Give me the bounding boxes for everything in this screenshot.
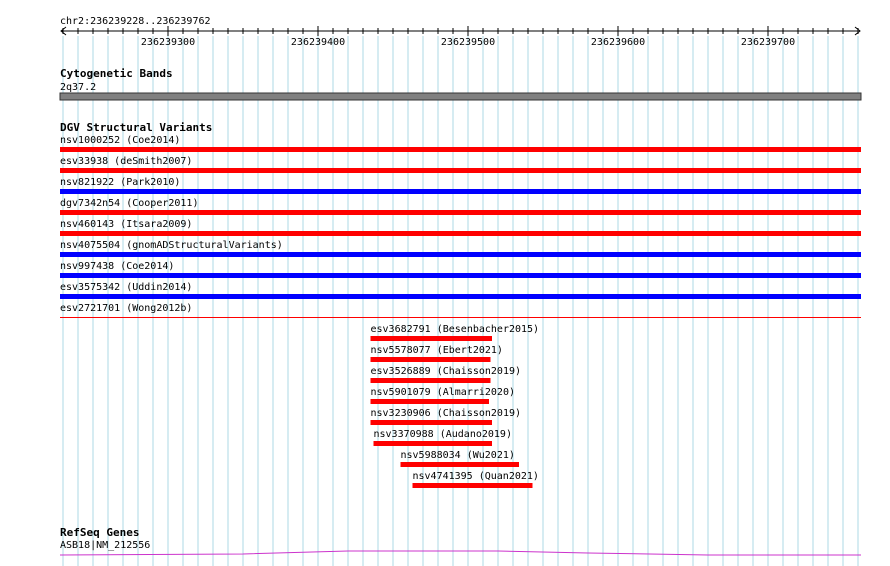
dgv-variant-label: esv2721701 (Wong2012b) (60, 303, 192, 314)
ruler-tick-label: 236239400 (291, 37, 345, 48)
track-title-dgv-structural-variants: DGV Structural Variants (60, 121, 212, 134)
ruler-tick-label: 236239500 (441, 37, 495, 48)
track-title-cytogenetic-bands: Cytogenetic Bands (60, 67, 173, 80)
dgv-variant-label: nsv997438 (Coe2014) (60, 261, 174, 272)
dgv-variant-label: dgv7342n54 (Cooper2011) (60, 198, 198, 209)
dgv-variant-label: nsv5901079 (Almarri2020) (371, 387, 516, 398)
dgv-variant-bar[interactable] (370, 357, 491, 362)
dgv-variant-bar[interactable] (60, 252, 861, 257)
dgv-variant-label: nsv1000252 (Coe2014) (60, 135, 180, 146)
ruler-tick-label: 236239600 (591, 37, 645, 48)
dgv-variant-label: nsv821922 (Park2010) (60, 177, 180, 188)
dgv-variant-bar[interactable] (60, 147, 861, 152)
dgv-variant-bar[interactable] (370, 399, 490, 404)
dgv-variant-bar[interactable] (373, 441, 493, 446)
dgv-variant-bar[interactable] (412, 483, 533, 488)
dgv-variant-label: esv3575342 (Uddin2014) (60, 282, 192, 293)
ruler: chr2:236239228..236239762 236239300 23623… (60, 16, 861, 48)
dgv-variant-bar[interactable] (60, 168, 861, 173)
dgv-variant-bar[interactable] (60, 231, 861, 236)
ruler-tick-label: 236239300 (141, 37, 195, 48)
track-title-refseq-genes: RefSeq Genes (60, 526, 139, 539)
cytoband-feature[interactable] (59, 92, 862, 101)
dgv-feature-list: nsv1000252 (Coe2014) esv33938 (deSmith200… (60, 135, 861, 488)
dgv-variant-bar[interactable] (370, 336, 493, 341)
dgv-variant-bar[interactable] (370, 420, 493, 425)
refseq-gene-label: ASB18|NM_212556 (60, 540, 150, 551)
dgv-variant-label: nsv5988034 (Wu2021) (401, 450, 515, 461)
dgv-variant-label: esv3526889 (Chaisson2019) (371, 366, 522, 377)
genome-browser: chr2:236239228..236239762 236239300 23623… (0, 0, 890, 566)
cytoband-label: 2q37.2 (60, 82, 96, 93)
dgv-variant-bar[interactable] (400, 462, 520, 467)
ruler-ticks: 236239300 236239400 236239500 236239600 2362… (62, 26, 859, 48)
track-cytogenetic-bands: Cytogenetic Bands 2q37.2 (59, 67, 862, 101)
refseq-gene-feature[interactable] (59, 550, 861, 556)
dgv-variant-label: nsv3370988 (Audano2019) (374, 429, 512, 440)
dgv-variant-bar[interactable] (60, 210, 861, 215)
dgv-variant-label: nsv4075504 (gnomADStructuralVariants) (60, 240, 283, 251)
dgv-variant-label: nsv460143 (Itsara2009) (60, 219, 192, 230)
dgv-variant-label: nsv5578077 (Ebert2021) (371, 345, 503, 356)
ruler-tick-label: 236239700 (741, 37, 795, 48)
dgv-variant-bar[interactable] (60, 273, 861, 278)
dgv-variant-bar[interactable] (60, 189, 861, 194)
dgv-variant-label: esv3682791 (Besenbacher2015) (371, 324, 540, 335)
dgv-variant-label: nsv3230906 (Chaisson2019) (371, 408, 522, 419)
genome-browser-canvas: chr2:236239228..236239762 236239300 23623… (59, 16, 862, 566)
dgv-variant-label: nsv4741395 (Quan2021) (413, 471, 539, 482)
track-refseq-genes: RefSeq Genes ASB18|NM_212556 (59, 526, 861, 556)
dgv-variant-label: esv33938 (deSmith2007) (60, 156, 192, 167)
ruler-range-label: chr2:236239228..236239762 (60, 16, 211, 27)
dgv-variant-bar[interactable] (370, 378, 491, 383)
dgv-variant-bar[interactable] (60, 294, 861, 299)
track-dgv-structural-variants: DGV Structural Variants nsv1000252 (Coe2… (60, 121, 861, 488)
